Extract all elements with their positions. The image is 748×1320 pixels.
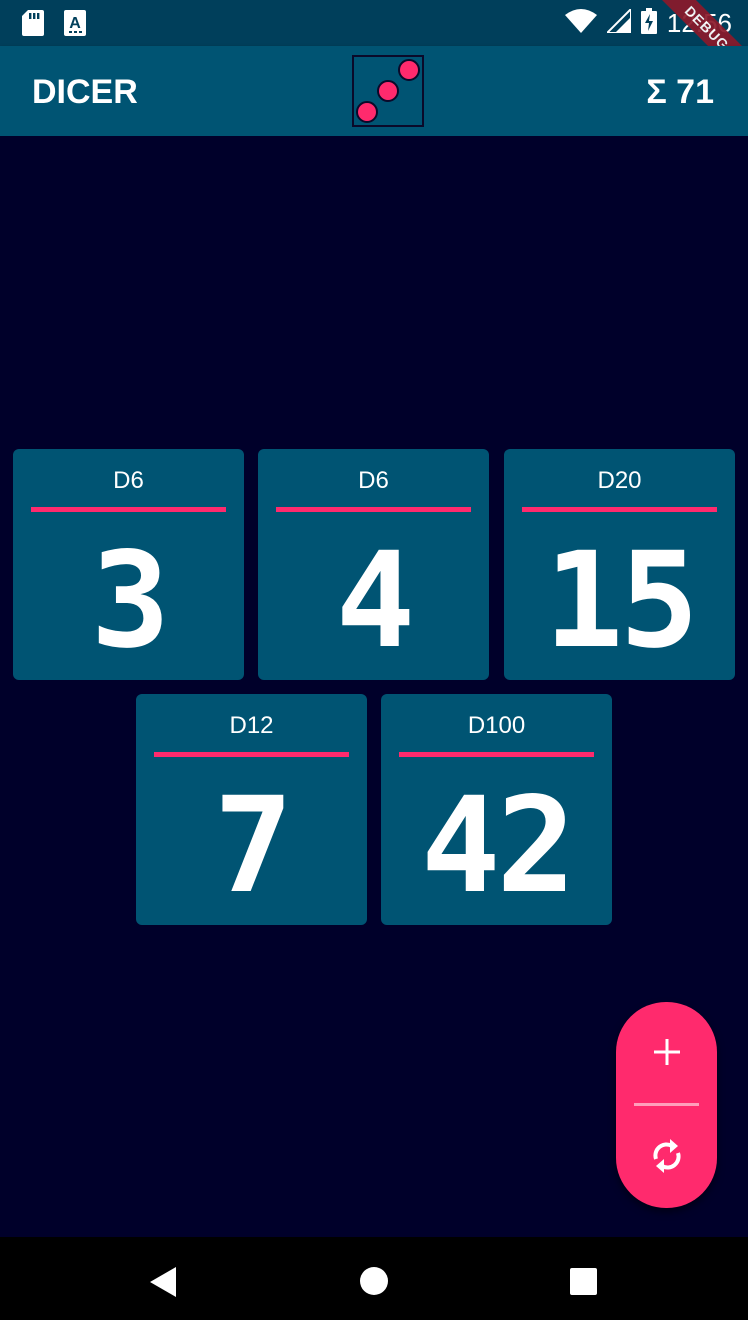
battery-charging-icon <box>640 8 657 39</box>
logo-pip <box>356 101 378 123</box>
die-card[interactable]: D100 42 <box>381 694 612 925</box>
logo-pip <box>398 59 420 81</box>
die-type-label: D12 <box>229 712 274 739</box>
back-icon[interactable] <box>150 1267 178 1302</box>
app-title: DICER <box>32 73 138 111</box>
die-divider <box>522 507 717 512</box>
die-value: 7 <box>213 769 293 923</box>
fab-group <box>616 1002 717 1208</box>
sd-card-icon <box>22 10 44 41</box>
three-dice-pips-icon <box>352 55 424 127</box>
die-value: 42 <box>421 769 576 923</box>
logo-pip <box>377 80 399 102</box>
die-type-label: D100 <box>467 712 526 739</box>
sum-total: Σ 71 <box>646 73 714 111</box>
die-card[interactable]: D20 15 <box>504 449 735 680</box>
die-divider <box>399 752 594 757</box>
status-left-icons: A <box>22 10 86 41</box>
system-nav-bar <box>0 1237 748 1320</box>
home-icon[interactable] <box>359 1266 389 1301</box>
die-card[interactable]: D6 3 <box>13 449 244 680</box>
die-divider <box>31 507 226 512</box>
keyboard-a-icon: A <box>64 10 86 41</box>
die-type-label: D6 <box>358 467 389 494</box>
signal-icon <box>604 6 632 38</box>
die-type-label: D20 <box>597 467 642 494</box>
refresh-icon <box>650 1137 684 1180</box>
reroll-button[interactable] <box>616 1108 717 1208</box>
die-divider <box>154 752 349 757</box>
recents-icon[interactable] <box>570 1268 597 1300</box>
add-die-button[interactable] <box>616 1004 717 1104</box>
die-card[interactable]: D6 4 <box>258 449 489 680</box>
die-value: 4 <box>335 524 415 678</box>
die-type-label: D6 <box>113 467 144 494</box>
svg-text:A: A <box>69 15 81 32</box>
app-bar: DICER Σ 71 <box>0 46 748 136</box>
die-value: 15 <box>544 524 699 678</box>
die-divider <box>276 507 471 512</box>
plus-icon <box>653 1038 681 1071</box>
status-bar: A 12:56 DEBUG <box>0 0 748 90</box>
fab-divider <box>634 1103 699 1106</box>
die-card[interactable]: D12 7 <box>136 694 367 925</box>
wifi-icon <box>564 9 597 38</box>
die-value: 3 <box>90 524 170 678</box>
